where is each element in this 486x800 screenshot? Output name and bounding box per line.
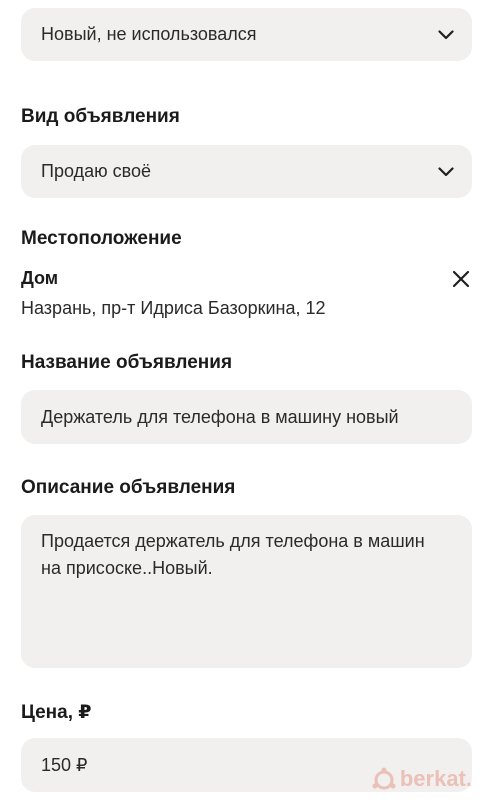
location-address: Назрань, пр-т Идриса Базоркина, 12 bbox=[21, 298, 326, 318]
location-place-name: Дом bbox=[21, 268, 59, 288]
condition-value: Новый, не использовался bbox=[41, 24, 257, 44]
ad-type-select[interactable]: Продаю своё bbox=[21, 145, 472, 198]
title-input[interactable]: Держатель для телефона в машину новый bbox=[21, 390, 472, 444]
price-label: Цена, ₽ bbox=[21, 702, 92, 723]
description-textarea[interactable]: Продается держатель для телефона в машин… bbox=[21, 515, 472, 668]
berkat-logo-icon bbox=[372, 767, 396, 790]
price-value: 150 ₽ bbox=[41, 754, 88, 775]
watermark-text: berkat. bbox=[399, 766, 472, 791]
location-label: Местоположение bbox=[21, 228, 182, 249]
title-value: Держатель для телефона в машину новый bbox=[41, 406, 399, 427]
title-label: Название объявления bbox=[21, 352, 233, 373]
chevron-down-icon bbox=[438, 166, 454, 176]
ad-type-value: Продаю своё bbox=[41, 161, 151, 181]
condition-select[interactable]: Новый, не использовался bbox=[21, 8, 472, 61]
close-icon[interactable] bbox=[452, 270, 470, 288]
description-label: Описание объявления bbox=[21, 477, 236, 498]
watermark-logo: berkat. bbox=[371, 766, 472, 792]
chevron-down-icon bbox=[438, 29, 454, 39]
ad-type-label: Вид объявления bbox=[21, 106, 180, 127]
